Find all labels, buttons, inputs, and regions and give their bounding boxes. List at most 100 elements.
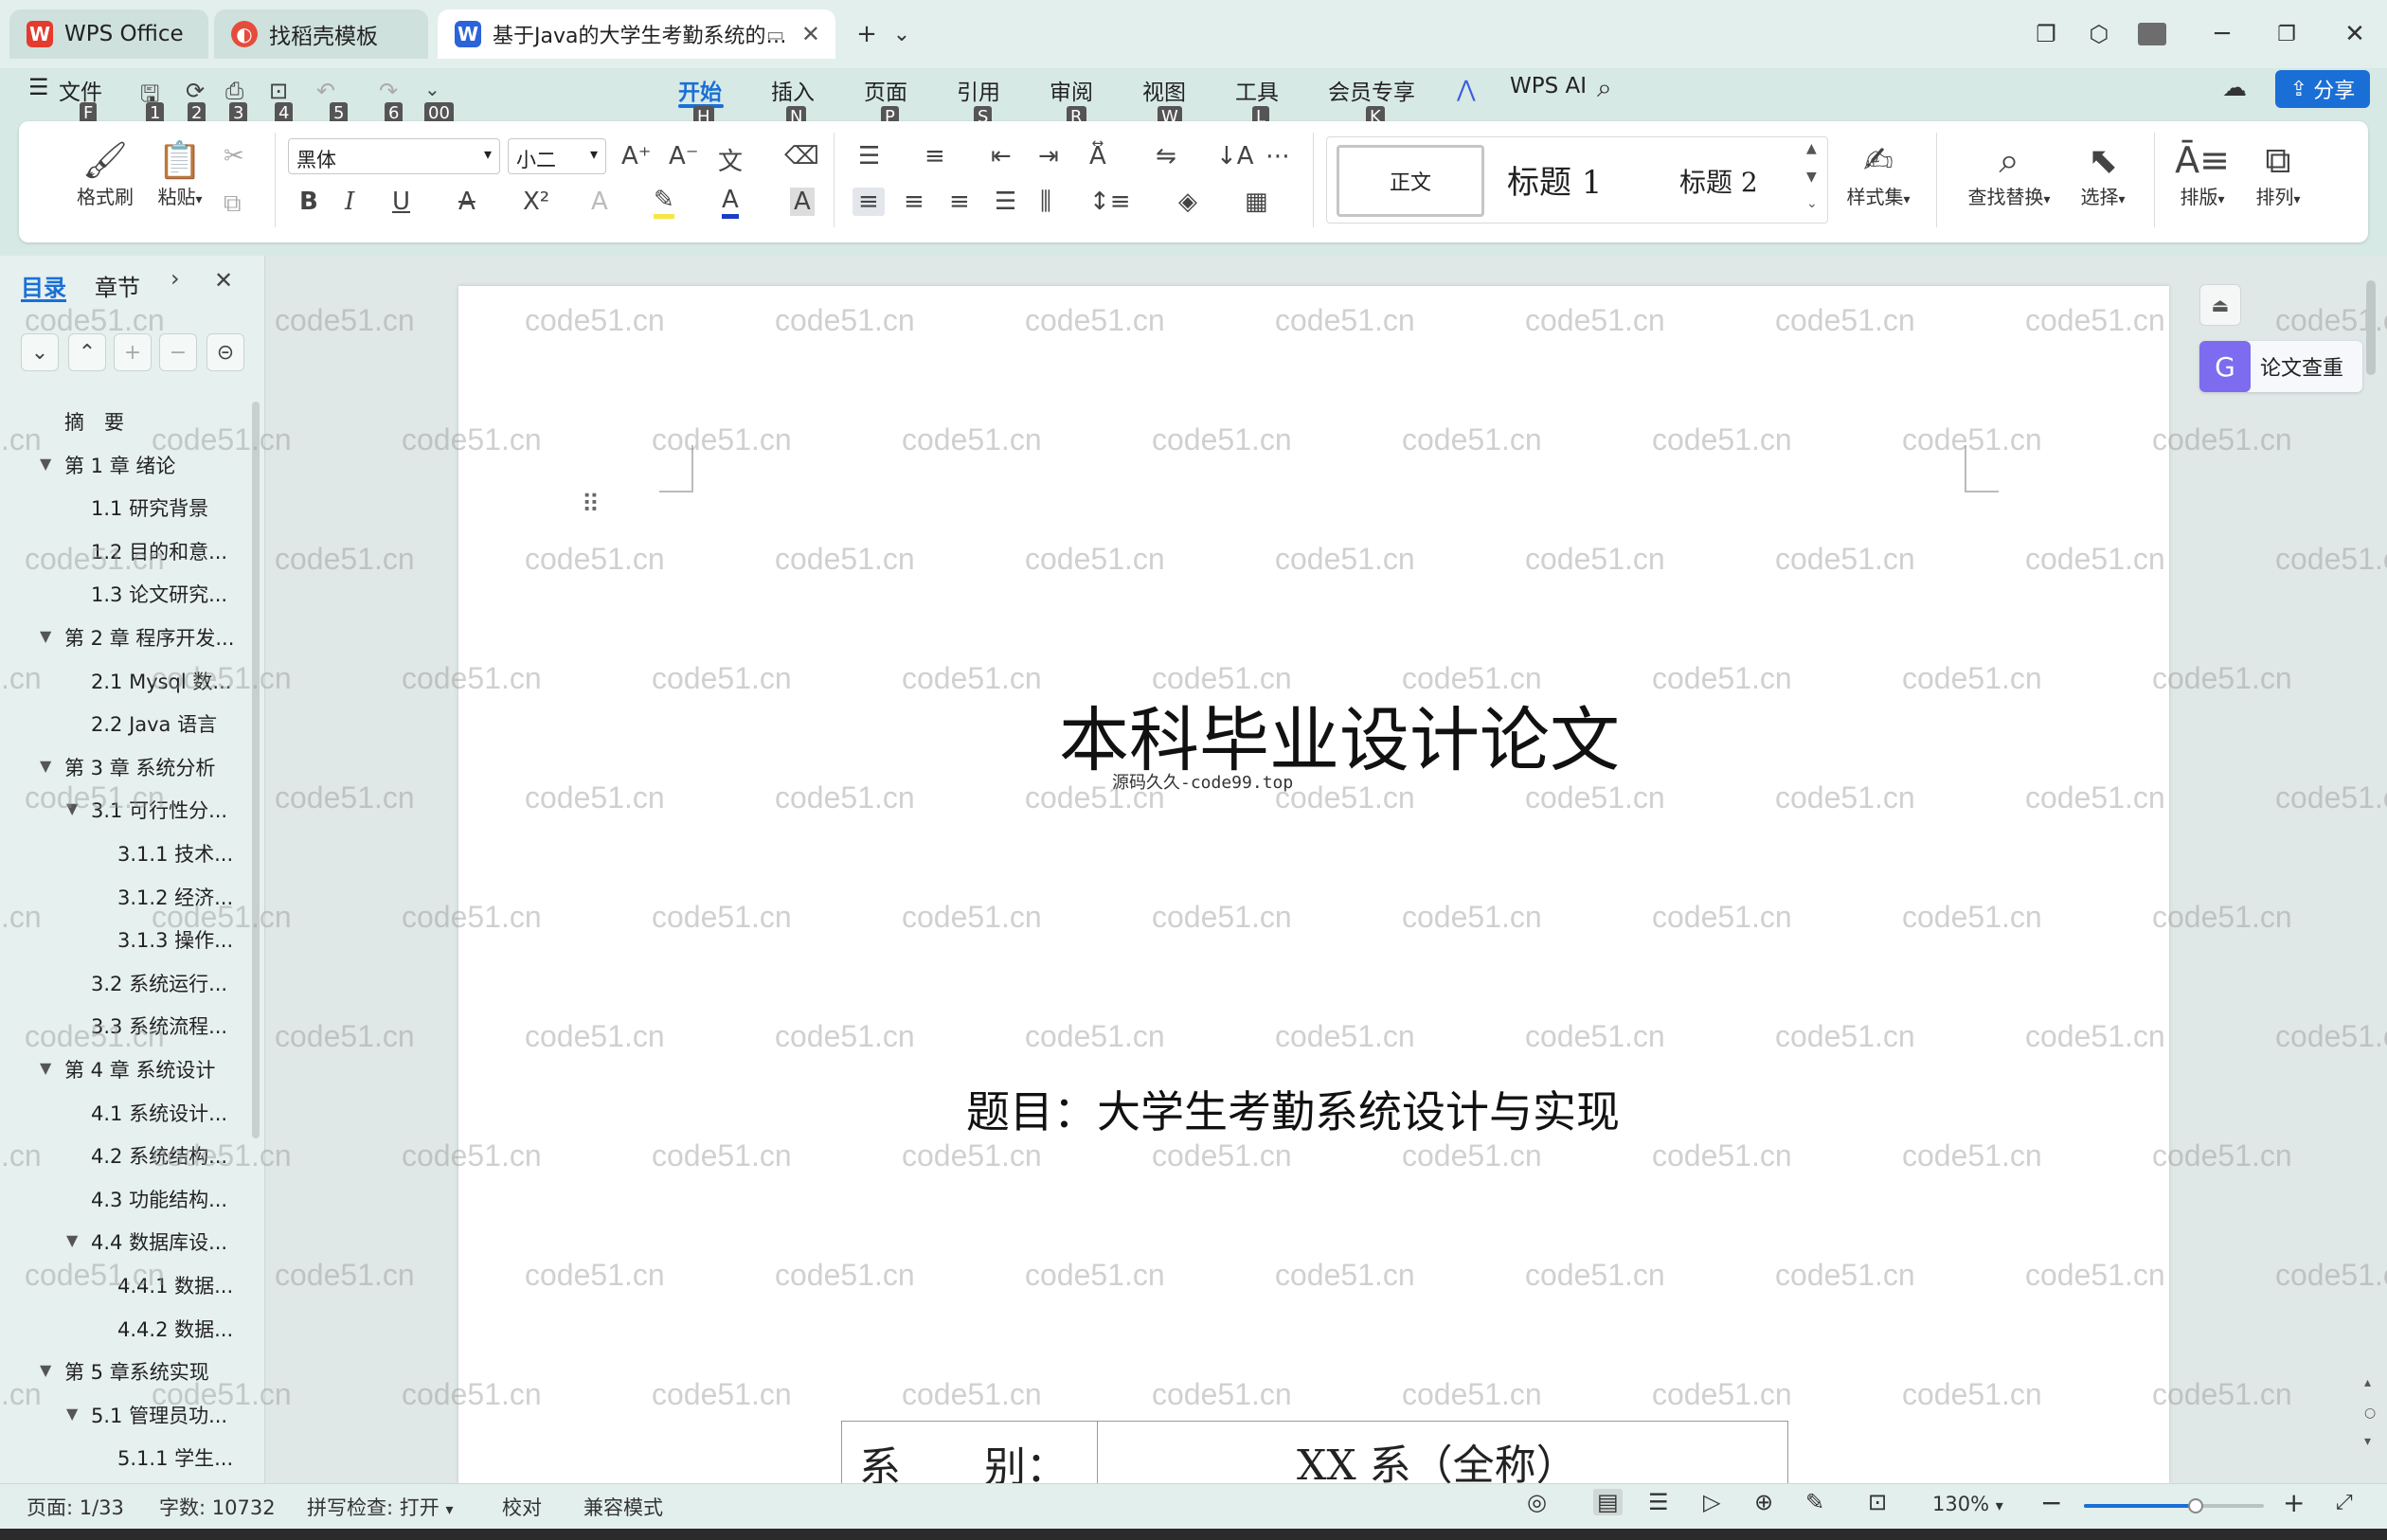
expand-toggle-icon[interactable]: ▼: [40, 1059, 51, 1077]
style-set-button[interactable]: ✍ 样式集▾: [1836, 138, 1921, 209]
phonetic-guide-icon[interactable]: 文: [718, 142, 743, 177]
style-normal[interactable]: 正文: [1337, 145, 1484, 217]
chevron-right-icon[interactable]: ›: [170, 265, 180, 292]
tab-page[interactable]: 页面: [864, 74, 907, 106]
gallery-more-icon[interactable]: ⌄: [1806, 196, 1818, 211]
select-button[interactable]: ⬉ 选择▾: [2069, 138, 2137, 209]
increase-indent-icon[interactable]: ⇥: [1038, 142, 1059, 170]
chinese-layout-icon[interactable]: ⇋: [1156, 142, 1176, 170]
toc-item[interactable]: 4.4 数据库设...: [91, 1227, 227, 1256]
tab-member[interactable]: 会员专享: [1328, 74, 1415, 106]
italic-icon[interactable]: I: [345, 188, 354, 216]
style-heading1[interactable]: 标题 1: [1507, 156, 1602, 203]
highlight-icon[interactable]: ✎: [654, 186, 674, 219]
wps-ai-button[interactable]: WPS AI: [1510, 74, 1587, 98]
tab-document[interactable]: W 基于Java的大学生考勤系统的… ▭ ✕: [438, 9, 835, 59]
page-view-icon[interactable]: ▤: [1593, 1489, 1623, 1515]
collapse-all-icon[interactable]: ⌃: [68, 333, 106, 371]
expand-all-icon[interactable]: ⌄: [21, 333, 59, 371]
gallery-down-icon[interactable]: ▼: [1806, 170, 1817, 185]
tab-tools[interactable]: 工具: [1235, 74, 1279, 106]
numbered-list-icon[interactable]: ≡: [924, 142, 945, 170]
word-count[interactable]: 字数: 10732: [159, 1493, 276, 1521]
tab-review[interactable]: 审阅: [1050, 74, 1093, 106]
search-icon[interactable]: ⌕: [1597, 72, 1612, 104]
tab-home[interactable]: 开始: [678, 74, 722, 106]
shading-icon[interactable]: ◈: [1178, 188, 1197, 216]
toc-item[interactable]: 4.3 功能结构...: [91, 1185, 227, 1213]
more-options-icon[interactable]: ⊝: [206, 333, 244, 371]
tab-references[interactable]: 引用: [957, 74, 1000, 106]
expand-toggle-icon[interactable]: ▼: [66, 1405, 78, 1423]
find-replace-button[interactable]: ⌕ 查找替换▾: [1955, 138, 2063, 209]
add-heading-icon[interactable]: +: [114, 333, 152, 371]
expand-toggle-icon[interactable]: ▼: [40, 455, 51, 473]
document-page[interactable]: ⠿ 本科毕业设计论文 源码久久-code99.top 题目：大学生考勤系统设计与…: [458, 286, 2169, 1492]
copy-icon[interactable]: ⧉: [224, 189, 242, 219]
cube-icon[interactable]: ⬡: [2080, 15, 2118, 53]
text-direction-icon[interactable]: A⃡: [1089, 142, 1106, 170]
avatar[interactable]: [2133, 15, 2171, 53]
proofread-button[interactable]: 校对: [502, 1493, 542, 1521]
window-list-icon[interactable]: ❐: [2027, 15, 2065, 53]
clear-format-icon[interactable]: ⌫: [784, 142, 819, 170]
outline-view-icon[interactable]: ☰: [1648, 1489, 1669, 1515]
expand-toggle-icon[interactable]: ▼: [66, 1231, 78, 1249]
format-painter-button[interactable]: 🖌 格式刷: [70, 138, 140, 209]
nav-tab-section[interactable]: 章节: [95, 269, 140, 302]
quick-access-more-icon[interactable]: ⌄: [424, 78, 440, 100]
expand-toggle-icon[interactable]: ▼: [40, 627, 51, 645]
font-grow-icon[interactable]: A⁺: [621, 142, 652, 170]
close-window-icon[interactable]: ✕: [2336, 15, 2374, 53]
vertical-scrollbar[interactable]: [2366, 280, 2376, 375]
tab-wps-office[interactable]: W WPS Office: [9, 9, 208, 59]
gallery-up-icon[interactable]: ▲: [1806, 141, 1817, 156]
nav-scrollbar[interactable]: [252, 402, 260, 1138]
restore-icon[interactable]: ❐: [2268, 15, 2306, 53]
show-marks-icon[interactable]: ⋯: [1265, 142, 1290, 170]
expand-toggle-icon[interactable]: ▼: [40, 757, 51, 775]
toc-item[interactable]: 3.1.1 技术...: [117, 839, 233, 868]
toc-item[interactable]: 第 3 章 系统分析: [64, 753, 215, 781]
arrange-button[interactable]: ⧉ 排列▾: [2245, 138, 2311, 209]
zoom-select[interactable]: 130% ▾: [1932, 1493, 2003, 1515]
menu-file[interactable]: 文件: [59, 74, 102, 106]
remove-heading-icon[interactable]: −: [159, 333, 197, 371]
share-button[interactable]: ⇪ 分享: [2275, 70, 2370, 108]
tab-list-dropdown-icon[interactable]: ⌄: [883, 15, 921, 53]
spellcheck-toggle[interactable]: 拼写检查: 打开 ▾: [307, 1493, 453, 1521]
underline-icon[interactable]: U: [392, 188, 410, 216]
text-effect-icon[interactable]: A: [591, 188, 608, 216]
new-tab-button[interactable]: +: [848, 15, 886, 53]
tab-docer[interactable]: ◐ 找稻壳模板: [214, 9, 428, 59]
zoom-in-icon[interactable]: +: [2283, 1487, 2305, 1518]
toc-item[interactable]: 4.1 系统设计...: [91, 1099, 227, 1127]
toc-item[interactable]: 摘 要: [64, 407, 124, 436]
borders-icon[interactable]: ▦: [1245, 188, 1268, 216]
toc-item[interactable]: 5.1.1 学生...: [117, 1443, 233, 1472]
nav-tab-toc[interactable]: 目录: [21, 269, 66, 302]
redo-icon[interactable]: ↷: [379, 78, 398, 104]
align-right-icon[interactable]: ≡: [949, 188, 970, 216]
distributed-icon[interactable]: ⫼: [1040, 188, 1051, 217]
minimize-icon[interactable]: ─: [2203, 15, 2241, 53]
page-indicator[interactable]: 页面: 1/33: [27, 1493, 124, 1521]
toc-item[interactable]: 1.3 论文研究...: [91, 580, 227, 608]
sort-icon[interactable]: ↓A: [1216, 142, 1254, 170]
drag-handle-icon[interactable]: ⠿: [582, 491, 600, 519]
style-heading2[interactable]: 标题 2: [1679, 162, 1758, 200]
cut-icon[interactable]: ✂: [224, 142, 244, 170]
zoom-slider[interactable]: [2084, 1498, 2264, 1513]
layout-button[interactable]: Ā≡ 排版▾: [2169, 138, 2235, 209]
decrease-indent-icon[interactable]: ⇤: [991, 142, 1012, 170]
bold-icon[interactable]: B: [299, 188, 318, 216]
prev-page-icon[interactable]: ▴: [2364, 1375, 2371, 1390]
cloud-icon[interactable]: ☁: [2222, 74, 2247, 102]
zoom-out-icon[interactable]: −: [2040, 1487, 2062, 1518]
superscript-icon[interactable]: X²: [523, 188, 549, 216]
align-left-icon[interactable]: ≡: [852, 188, 885, 216]
close-tab-icon[interactable]: ✕: [801, 21, 820, 47]
toc-item[interactable]: 1.1 研究背景: [91, 493, 208, 522]
toc-item[interactable]: 3.2 系统运行...: [91, 969, 227, 997]
menu-icon[interactable]: ☰: [28, 74, 49, 100]
